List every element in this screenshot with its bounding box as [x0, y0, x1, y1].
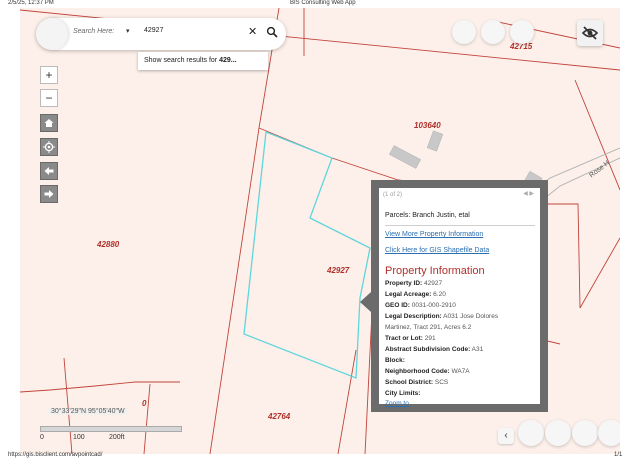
field-label: Legal Description: [385, 313, 442, 320]
field-tract-or-lot: Tract or Lot: 291 [385, 335, 436, 342]
popup-nav-buttons[interactable]: ◀ ▶ [523, 190, 534, 197]
locate-icon [43, 141, 55, 153]
scale-bar [40, 426, 182, 432]
coordinate-readout: 30°33'29"N 95°05'40"W [48, 408, 128, 415]
field-value: 291 [422, 335, 436, 342]
parcel-label: 0 [142, 399, 147, 408]
field-value: Martinez, Tract 291, Acres 6.2 [385, 324, 472, 331]
search-source-dropdown[interactable]: ▾ [126, 27, 130, 35]
field-value: 0031-000-2910 [409, 302, 456, 309]
scale-label: 200ft [109, 434, 125, 441]
field-label: School District: [385, 379, 434, 386]
visibility-toggle-button[interactable] [577, 20, 603, 46]
field-label: Block: [385, 357, 405, 364]
scale-label: 100 [73, 434, 85, 441]
field-value: WA7A [449, 368, 470, 375]
field-label: Property ID: [385, 280, 423, 287]
popup-divider [385, 225, 535, 226]
search-bar: Search Here: ▾ 42927 ✕ [36, 18, 286, 50]
popup-content: (1 of 2) ◀ ▶ Parcels: Branch Justin, eta… [379, 188, 540, 407]
locate-button[interactable] [40, 138, 58, 156]
map-tool-button[interactable] [481, 20, 505, 44]
parcel-label: 42880 [97, 240, 120, 249]
search-suggestion[interactable]: Show search results for 429... [138, 52, 268, 70]
field-value: A031 Jose Dolores [441, 313, 499, 320]
field-label: Abstract Subdivision Code: [385, 346, 471, 353]
parcel-label: 42764 [268, 412, 291, 421]
field-value: A31 [470, 346, 484, 353]
print-footer: https://gis.bisclient.com/avpointcad/ 1/… [0, 452, 640, 460]
back-button[interactable] [40, 162, 58, 180]
field-label: GEO ID: [385, 302, 410, 309]
search-menu-button[interactable] [36, 18, 68, 50]
print-url: https://gis.bisclient.com/avpointcad/ [8, 452, 103, 458]
search-input[interactable]: 42927 [144, 27, 163, 34]
search-icon[interactable] [266, 26, 278, 38]
zoom-in-button[interactable]: + [40, 66, 58, 84]
parcel-label: 103640 [414, 121, 441, 130]
field-school-district: School District: SCS [385, 379, 448, 386]
map-tool-button[interactable] [510, 20, 534, 44]
field-value: SCS [433, 379, 449, 386]
suggestion-prefix: Show search results for [144, 57, 220, 64]
parcel-label: 42927 [327, 266, 350, 275]
zoom-to-link[interactable]: Zoom to [385, 400, 409, 407]
field-neighborhood-code: Neighborhood Code: WA7A [385, 368, 470, 375]
print-title: BIS Consulting Web App [290, 0, 356, 6]
field-legal-description-cont: Martinez, Tract 291, Acres 6.2 [385, 324, 471, 331]
field-label: Legal Acreage: [385, 291, 432, 298]
arrow-right-icon [44, 190, 54, 198]
field-geo-id: GEO ID: 0031-000-2910 [385, 302, 456, 309]
gis-shapefile-link[interactable]: Click Here for GIS Shapefile Data [385, 247, 489, 254]
forward-button[interactable] [40, 185, 58, 203]
print-header: 2/5/25, 12:37 PM BIS Consulting Web App [0, 0, 640, 8]
property-popup: (1 of 2) ◀ ▶ Parcels: Branch Justin, eta… [371, 180, 548, 412]
field-city-limits: City Limits: [385, 390, 420, 397]
scale-label: 0 [40, 434, 44, 441]
field-label: Neighborhood Code: [385, 368, 450, 375]
field-legal-acreage: Legal Acreage: 6.20 [385, 291, 446, 298]
search-placeholder: Search Here: [73, 28, 115, 35]
popup-title: Parcels: Branch Justin, etal [385, 212, 470, 219]
home-icon [44, 119, 54, 127]
basemap-button[interactable] [598, 420, 620, 446]
zoom-out-button[interactable]: − [40, 89, 58, 107]
field-label: City Limits: [385, 390, 421, 397]
field-abstract-subdivision: Abstract Subdivision Code: A31 [385, 346, 483, 353]
close-icon[interactable]: ✕ [248, 25, 257, 38]
popup-pointer [360, 292, 371, 312]
map-view[interactable]: 42715 103640 42880 42927 42764 0 Rose H … [20, 8, 620, 454]
basemap-button[interactable] [545, 420, 571, 446]
print-page: 1/1 [614, 452, 623, 458]
field-value: 6.20 [431, 291, 446, 298]
field-label: Tract or Lot: [385, 335, 423, 342]
basemap-button[interactable] [518, 420, 544, 446]
basemap-button[interactable] [572, 420, 598, 446]
arrow-left-icon [44, 167, 54, 175]
field-property-id: Property ID: 42927 [385, 280, 442, 287]
print-datetime: 2/5/25, 12:37 PM [8, 0, 54, 6]
field-block: Block: [385, 357, 405, 364]
suggestion-term: 429... [219, 57, 237, 64]
chevron-left-icon[interactable]: ‹ [498, 428, 514, 444]
popup-pager: (1 of 2) [383, 192, 403, 198]
field-legal-description: Legal Description: A031 Jose Dolores [385, 313, 498, 320]
property-info-heading: Property Information [385, 265, 485, 277]
field-value: 42927 [422, 280, 443, 287]
eye-off-icon [581, 26, 599, 40]
view-more-link[interactable]: View More Property Information [385, 231, 483, 238]
map-tool-button[interactable] [452, 20, 476, 44]
home-button[interactable] [40, 114, 58, 132]
